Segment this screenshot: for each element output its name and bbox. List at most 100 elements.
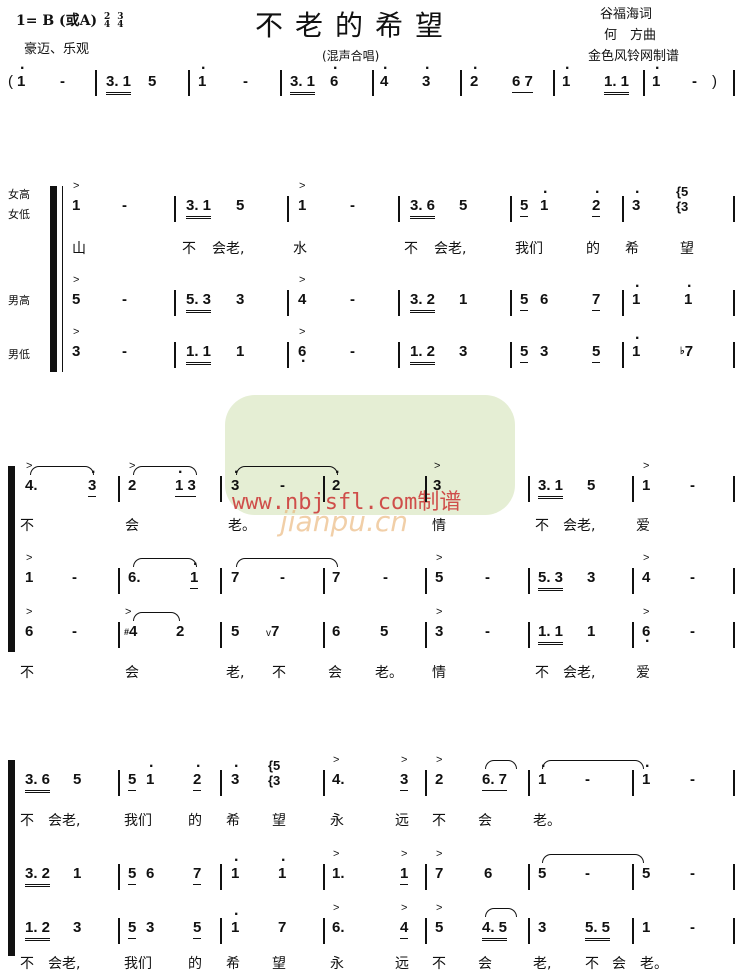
note: 5 bbox=[520, 342, 529, 363]
barline bbox=[118, 622, 120, 648]
note: 5 bbox=[435, 548, 443, 588]
note: 5 bbox=[592, 342, 601, 363]
note: 6. bbox=[332, 898, 345, 938]
note: 1 bbox=[190, 555, 199, 589]
barline bbox=[323, 568, 325, 594]
barline bbox=[220, 476, 222, 502]
dash: - bbox=[690, 771, 695, 788]
note: 4 bbox=[400, 898, 409, 939]
lyric: 会老, bbox=[212, 241, 245, 257]
note-group: 1. 2 bbox=[410, 342, 436, 365]
note: 5 bbox=[435, 898, 443, 938]
tenor-line-2: 1 - 6. 1 7 - 7 - 5 - 5. 3 3 4 - bbox=[0, 548, 740, 594]
note: 1 bbox=[73, 865, 82, 882]
note-group: 3. 1 bbox=[106, 72, 132, 95]
dash: - bbox=[350, 197, 355, 214]
note: 2 bbox=[592, 183, 601, 217]
time-signature-2-4: 24 bbox=[104, 12, 111, 30]
note-group: 3. 1 bbox=[290, 72, 316, 95]
barline bbox=[528, 864, 530, 890]
note: 3 bbox=[400, 750, 409, 791]
tempo-mark: 豪迈、乐观 bbox=[24, 42, 90, 57]
lyric: 永 bbox=[330, 813, 344, 829]
note: 7 bbox=[231, 569, 240, 586]
note: 5 bbox=[520, 290, 529, 311]
barline bbox=[287, 290, 289, 316]
barline bbox=[528, 622, 530, 648]
dash: - bbox=[72, 569, 77, 586]
barline bbox=[632, 622, 634, 648]
lyric: 不 bbox=[20, 813, 34, 829]
lyric: 不 bbox=[272, 665, 286, 681]
note: 4. bbox=[25, 456, 38, 496]
barline bbox=[733, 568, 735, 594]
note-group: 3. 2 bbox=[25, 864, 51, 887]
note: 6 bbox=[298, 322, 307, 372]
note: 1 bbox=[642, 919, 651, 936]
sharp-icon: # bbox=[124, 627, 130, 637]
note: 5 bbox=[73, 771, 82, 788]
barline bbox=[287, 196, 289, 222]
lyric: 望 bbox=[272, 956, 286, 972]
barline bbox=[323, 622, 325, 648]
bass-line-3: 1. 2 3 5 3 5 1 7 6. 4 5 4. 5 3 5. 5 1 - bbox=[0, 898, 740, 944]
intro-line: ( 1 - 3. 1 5 1 - 3. 1 6 4 3 2 6 7 1 1. 1… bbox=[0, 59, 740, 96]
note-flat-7: ♭7 bbox=[680, 343, 694, 360]
barline bbox=[632, 770, 634, 796]
note: 1 bbox=[231, 905, 240, 938]
note: 3 bbox=[231, 757, 240, 790]
barline bbox=[220, 864, 222, 890]
note: 5 bbox=[538, 865, 547, 882]
note: 7 bbox=[435, 844, 443, 884]
barline bbox=[528, 770, 530, 796]
lyric: 老。 bbox=[228, 518, 256, 534]
barline bbox=[510, 342, 512, 368]
tie bbox=[30, 466, 94, 475]
lyric: 爱 bbox=[636, 518, 650, 534]
note-group: 5. 3 bbox=[186, 290, 212, 313]
barline bbox=[733, 70, 735, 96]
dash: - bbox=[690, 865, 695, 882]
lyric: 不 bbox=[535, 665, 549, 681]
barline bbox=[425, 622, 427, 648]
barline bbox=[733, 476, 735, 502]
barline bbox=[733, 770, 735, 796]
barline bbox=[510, 290, 512, 316]
dash: - bbox=[280, 569, 285, 586]
tenor-line-3: 3. 2 1 5 6 7 1 1 1. 1 7 6 5 - 5 - bbox=[0, 844, 740, 890]
barline bbox=[188, 70, 190, 96]
lyric: 我们 bbox=[124, 956, 152, 972]
key-text: 1= B (或A) bbox=[16, 13, 98, 29]
note: 1 bbox=[632, 277, 641, 310]
barline bbox=[323, 770, 325, 796]
tie bbox=[542, 854, 644, 863]
barline bbox=[425, 568, 427, 594]
lyric: 望 bbox=[272, 813, 286, 829]
key-signature: 1= B (或A) 24 34 bbox=[16, 10, 123, 30]
dash: - bbox=[690, 569, 695, 586]
barline bbox=[118, 770, 120, 796]
barline bbox=[643, 70, 645, 96]
note: 1 bbox=[538, 757, 547, 790]
dash: - bbox=[585, 865, 590, 882]
barline bbox=[632, 476, 634, 502]
lyric: 会 bbox=[478, 813, 492, 829]
note: 1 bbox=[642, 456, 650, 496]
flat-icon: ♭ bbox=[680, 346, 685, 357]
barline bbox=[425, 770, 427, 796]
lyric: 会 bbox=[478, 956, 492, 972]
barline bbox=[528, 476, 530, 502]
dash: - bbox=[383, 569, 388, 586]
note: 1 bbox=[632, 329, 641, 362]
note: 4. bbox=[332, 750, 345, 790]
note: 1 bbox=[587, 623, 596, 640]
chord-5-3: {5 {3 bbox=[676, 184, 689, 214]
tie bbox=[485, 908, 517, 917]
lyric: 的 bbox=[188, 956, 202, 972]
note: 1 bbox=[652, 59, 661, 92]
barline bbox=[280, 70, 282, 96]
song-subtitle: (混声合唱) bbox=[322, 49, 380, 63]
note: 7 bbox=[193, 864, 202, 885]
note: 3 bbox=[72, 322, 80, 362]
note: 5 bbox=[642, 865, 651, 882]
